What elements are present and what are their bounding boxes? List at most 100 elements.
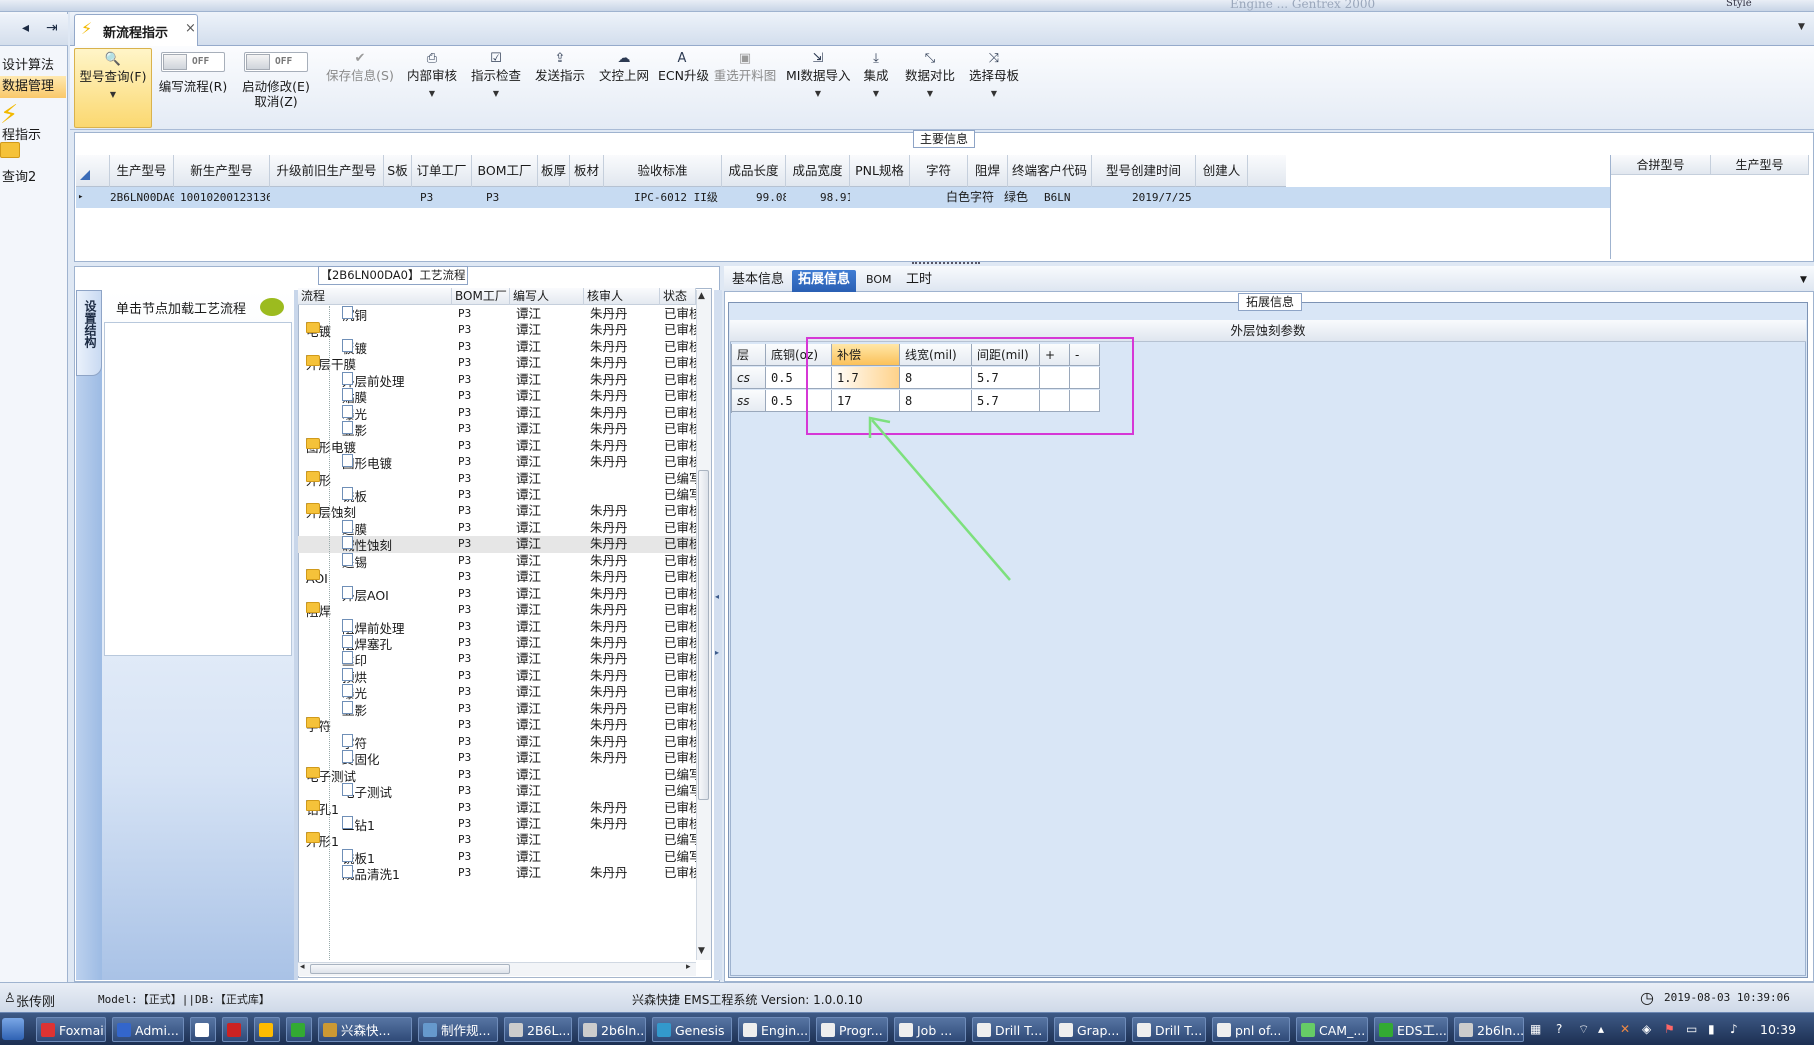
col-header[interactable]: 流程 — [298, 288, 452, 305]
process-tree-row[interactable]: 图形电镀 P3 谭江 朱丹丹 已审核 — [298, 454, 696, 471]
process-tree-row[interactable]: −外层干膜P3谭江朱丹丹已审核 — [298, 355, 696, 372]
cell[interactable]: 99.08 — [756, 187, 786, 208]
taskbar-item[interactable]: Foxmail — [36, 1017, 106, 1042]
tab-bom[interactable]: BOM — [860, 270, 898, 292]
process-tree-row[interactable]: 碱性蚀刻 P3 谭江 朱丹丹 已审核 — [298, 536, 696, 553]
nav-item-query2[interactable]: 查询2 — [0, 166, 66, 185]
col-header[interactable]: 阻焊 — [968, 155, 1008, 187]
taskbar-item[interactable]: 2b6ln... — [578, 1017, 646, 1042]
select-board-button[interactable]: ⤨ 选择母板 ▼ — [964, 48, 1024, 128]
taskbar-item[interactable] — [222, 1017, 248, 1042]
cell[interactable]: B6LN — [1044, 187, 1092, 208]
taskbar-item[interactable]: 兴森快... — [318, 1017, 412, 1042]
cell[interactable]: 绿色 — [1004, 187, 1034, 208]
nav-back-icon[interactable]: ◂ — [22, 20, 29, 36]
scroll-up-icon[interactable]: ▲ — [698, 291, 705, 301]
chevron-down-icon[interactable]: ▼ — [964, 89, 1024, 98]
col-header[interactable]: 成品长度 — [722, 155, 786, 187]
process-tree-row[interactable]: 铣板 P3 谭江 已编写 — [298, 486, 696, 504]
nav-login-icon[interactable]: ⇥ — [46, 20, 58, 36]
taskbar-item[interactable]: Admi... — [112, 1017, 184, 1042]
start-edit-toggle[interactable]: OFF — [244, 52, 308, 72]
process-tree-row[interactable]: 显影 P3 谭江 朱丹丹 已审核 — [298, 421, 696, 438]
tray-network-icon[interactable]: ▦ — [1530, 1022, 1541, 1036]
taskbar-item[interactable]: EDS工... — [1374, 1017, 1448, 1042]
taskbar-item[interactable]: Job ... — [894, 1017, 966, 1042]
tab-basic-info[interactable]: 基本信息 — [726, 270, 790, 292]
col-header[interactable]: 升级前旧生产型号 — [270, 155, 384, 187]
taskbar-item[interactable]: Progr... — [816, 1017, 888, 1042]
cell[interactable]: IPC-6012 II级 — [634, 187, 722, 208]
process-tree-row[interactable]: −外形1P3谭江已编写 — [298, 832, 696, 849]
start-edit-button[interactable]: OFF 启动修改(E) 取消(Z) — [236, 48, 316, 128]
col-header[interactable]: 字符 — [910, 155, 968, 187]
ecn-upgrade-button[interactable]: A ECN升级 — [658, 48, 709, 128]
col-header[interactable]: 终端客户代码 — [1008, 155, 1092, 187]
process-tree-row[interactable]: 退膜 P3 谭江 朱丹丹 已审核 — [298, 519, 696, 537]
tray-volume-icon[interactable]: ♪ — [1730, 1022, 1738, 1036]
cell[interactable] — [538, 187, 570, 208]
query-folder-icon[interactable] — [0, 142, 20, 158]
col-header[interactable]: 新生产型号 — [174, 155, 270, 187]
send-instruction-button[interactable]: ⇪ 发送指示 — [532, 48, 588, 128]
process-tree-row[interactable]: 外层AOI P3 谭江 朱丹丹 已审核 — [298, 585, 696, 603]
tab-dropdown-icon[interactable]: ▼ — [1794, 270, 1813, 292]
taskbar-item[interactable] — [190, 1017, 216, 1042]
col-header[interactable]: 板材 — [570, 155, 604, 187]
scroll-left-icon[interactable]: ◂ — [300, 962, 305, 972]
tray-shield-icon[interactable]: ◈ — [1642, 1022, 1651, 1036]
taskbar-item[interactable]: Drill T... — [972, 1017, 1048, 1042]
internal-review-button[interactable]: ⎙ 内部审核 ▼ — [404, 48, 460, 128]
cell[interactable]: 2019/7/25 — [1132, 187, 1196, 208]
process-tree-row[interactable]: −字符P3谭江朱丹丹已审核 — [298, 717, 696, 734]
cell[interactable]: 98.91 — [820, 187, 850, 208]
process-tree-row[interactable]: 预烘 P3 谭江 朱丹丹 已审核 — [298, 667, 696, 685]
close-tab-icon[interactable]: × — [185, 21, 196, 36]
cell[interactable]: 2B6LN00DA0 — [110, 187, 174, 208]
scroll-thumb[interactable] — [698, 470, 709, 800]
col-header[interactable]: S板 — [384, 155, 412, 187]
nav-item-flow-instruction[interactable]: 程指示 — [0, 124, 66, 143]
tab-extended-info[interactable]: 拓展信息 — [792, 270, 857, 292]
process-tree-row[interactable]: 阻焊前处理 P3 谭江 朱丹丹 已审核 — [298, 618, 696, 636]
chevron-down-icon[interactable]: ▼ — [404, 89, 460, 98]
tray-monitor-icon[interactable]: ▭ — [1686, 1022, 1697, 1036]
taskbar-item[interactable] — [286, 1017, 312, 1042]
col-header[interactable]: PNL规格 — [850, 155, 910, 187]
scroll-right-icon[interactable]: ▸ — [686, 962, 691, 972]
process-tree-row[interactable]: −钻孔1P3谭江朱丹丹已审核 — [298, 799, 696, 817]
chevron-down-icon[interactable]: ▼ — [75, 90, 151, 99]
process-tree-row[interactable]: 曝光 P3 谭江 朱丹丹 已审核 — [298, 684, 696, 701]
cancel-button[interactable]: 取消(Z) — [236, 94, 316, 109]
nav-item-design-algorithm[interactable]: 设计算法 — [0, 54, 66, 73]
taskbar-item[interactable]: Drill T... — [1132, 1017, 1206, 1042]
process-tree-row[interactable]: 铣板1 P3 谭江 已编写 — [298, 848, 696, 866]
tab-work-hours[interactable]: 工时 — [900, 270, 938, 292]
taskbar-item[interactable]: 2b6ln... — [1454, 1017, 1524, 1042]
col-header[interactable]: 合拼型号 — [1611, 155, 1711, 175]
taskbar-item[interactable]: Grap... — [1054, 1017, 1126, 1042]
save-info-button[interactable]: ✔ 保存信息(S) — [324, 48, 396, 128]
process-tree-row[interactable]: −AOIP3谭江朱丹丹已审核 — [298, 569, 696, 586]
process-tree-row[interactable]: 沉铜 P3 谭江 朱丹丹 已审核 — [298, 306, 696, 323]
process-tree-row[interactable]: −电镀P3谭江朱丹丹已审核 — [298, 322, 696, 339]
chevron-down-icon[interactable]: ▼ — [468, 89, 524, 98]
col-header[interactable]: 生产型号 — [110, 155, 174, 187]
process-tree-row[interactable]: 板镀 P3 谭江 朱丹丹 已审核 — [298, 338, 696, 356]
tray-expand-icon[interactable]: ▴ — [1598, 1022, 1604, 1036]
taskbar-item[interactable]: 制作规... — [418, 1017, 498, 1042]
col-header[interactable]: 订单工厂 — [412, 155, 472, 187]
tray-power-icon[interactable]: ▮ — [1708, 1022, 1715, 1036]
chevron-down-icon[interactable]: ▼ — [856, 89, 896, 98]
col-header[interactable]: 生产型号 — [1711, 155, 1809, 175]
col-header[interactable]: 成品宽度 — [786, 155, 850, 187]
process-tree-row[interactable]: 退锡 P3 谭江 朱丹丹 已审核 — [298, 552, 696, 570]
tray-help-icon[interactable]: ? — [1556, 1022, 1562, 1036]
edit-flow-button[interactable]: OFF 编写流程(R) — [156, 48, 230, 128]
col-header[interactable]: 状态 — [660, 288, 696, 305]
process-tree-row[interactable]: 曝光 P3 谭江 朱丹丹 已审核 — [298, 404, 696, 422]
instruction-check-button[interactable]: ☑ 指示检查 ▼ — [468, 48, 524, 128]
col-header[interactable]: 型号创建时间 — [1092, 155, 1196, 187]
nav-item-data-management[interactable]: 数据管理 — [0, 76, 66, 98]
process-tree-row[interactable]: 成品清洗1 P3 谭江 朱丹丹 已审核 — [298, 865, 696, 882]
